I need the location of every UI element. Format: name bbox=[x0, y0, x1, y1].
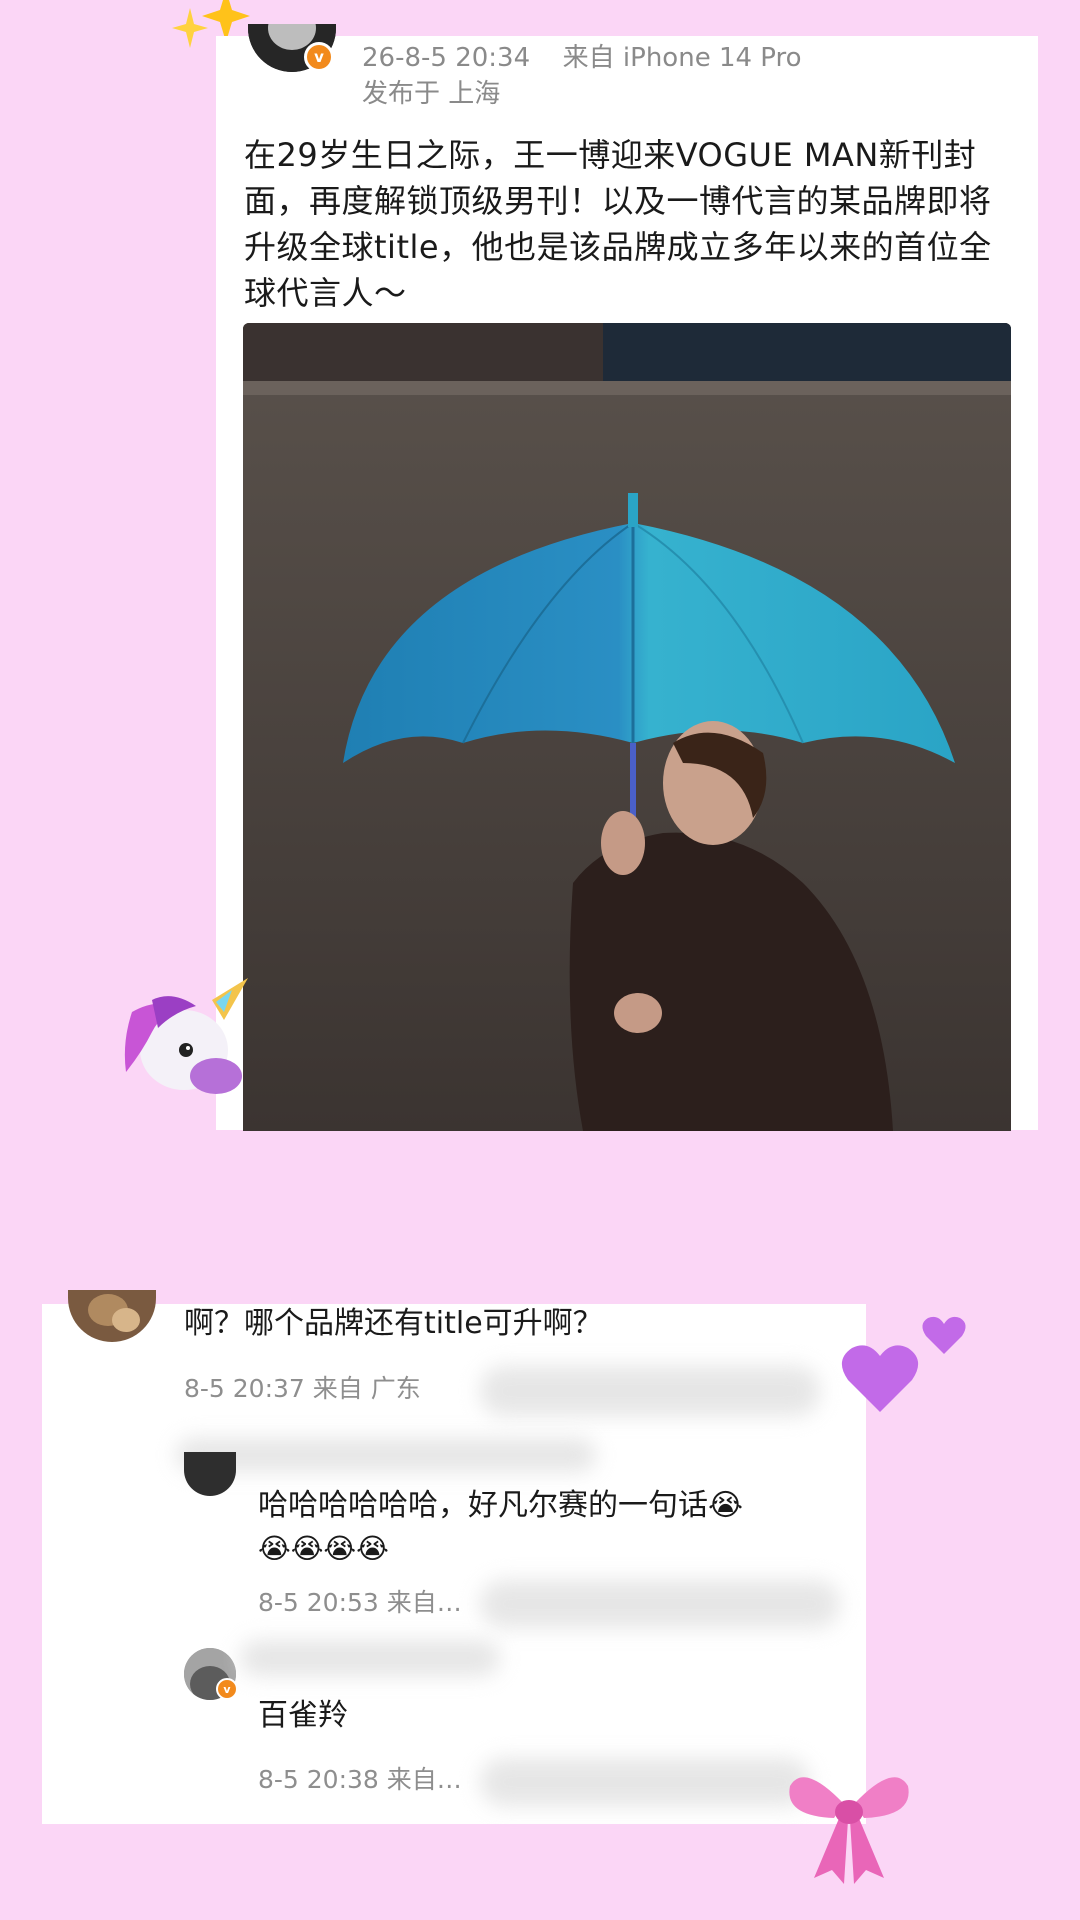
blurred-username bbox=[176, 1438, 596, 1472]
purple-hearts-sticker bbox=[840, 1302, 980, 1422]
main-comment-meta: 8-5 20:37 来自 广东 bbox=[184, 1374, 421, 1403]
blurred-reply-actions bbox=[480, 1580, 840, 1628]
verified-badge-icon: v bbox=[216, 1678, 238, 1700]
post-meta: 26-8-5 20:34 来自 iPhone 14 Pro 发布于 上海 bbox=[362, 40, 802, 112]
post-location: 发布于 上海 bbox=[362, 79, 501, 109]
reply-2-meta: 8-5 20:38 来自… bbox=[258, 1765, 462, 1794]
umbrella-portrait-photo bbox=[243, 323, 1011, 1131]
blurred-reply-actions bbox=[480, 1758, 810, 1806]
post-source: 来自 iPhone 14 Pro bbox=[562, 43, 802, 73]
post-photo[interactable] bbox=[243, 323, 1011, 1131]
reply-1-meta: 8-5 20:53 来自… bbox=[258, 1588, 462, 1617]
reply-1-text-line1: 哈哈哈哈哈哈，好凡尔赛的一句话 bbox=[258, 1488, 708, 1523]
main-comment-text: 啊？哪个品牌还有title可升啊？ bbox=[184, 1306, 603, 1341]
unicorn-sticker bbox=[112, 972, 252, 1102]
verified-badge-icon: v bbox=[304, 42, 334, 72]
post-text: 在29岁生日之际，王一博迎来VOGUE MAN新刊封面，再度解锁顶级男刊！以及一… bbox=[244, 136, 992, 312]
post-timestamp: 26-8-5 20:34 bbox=[362, 43, 531, 73]
reply-2-text: 百雀羚 bbox=[258, 1698, 348, 1733]
reply-1-emoji-row: 😭😭😭😭 bbox=[258, 1532, 389, 1565]
blurred-username bbox=[240, 1640, 500, 1676]
reply-1-text: 哈哈哈哈哈哈，好凡尔赛的一句话😭 bbox=[258, 1484, 743, 1528]
crying-emoji-icon: 😭 bbox=[708, 1488, 744, 1523]
blurred-reply-actions bbox=[480, 1366, 820, 1416]
pink-bow-sticker bbox=[784, 1756, 914, 1886]
